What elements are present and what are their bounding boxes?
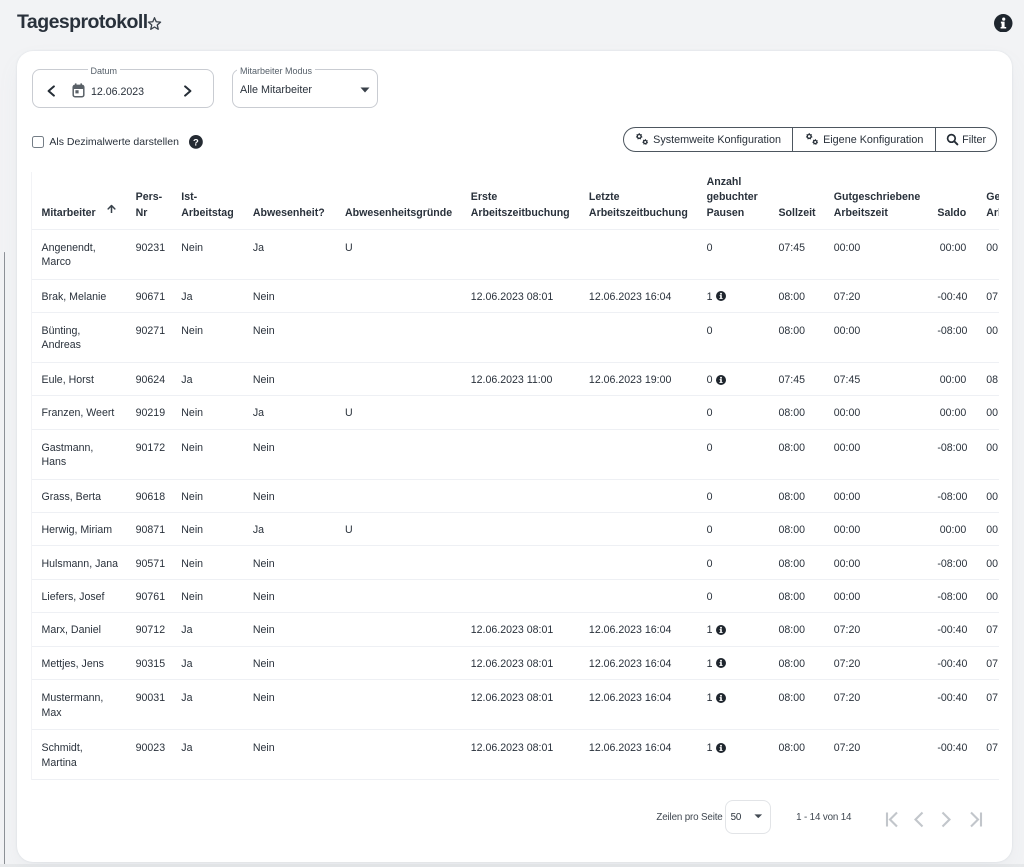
svg-text:?: ?: [193, 137, 199, 148]
